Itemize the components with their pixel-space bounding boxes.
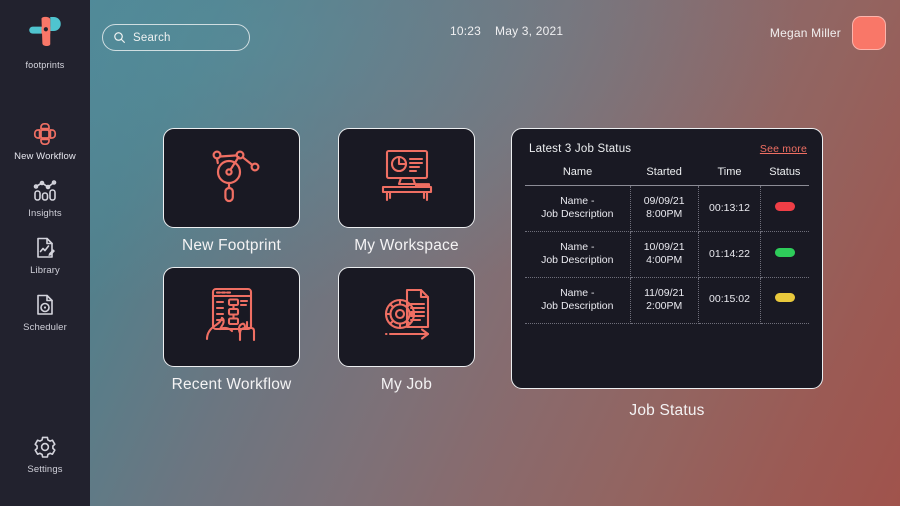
shortcut-tiles: New Footprint My Workspace Recent Workfl… xyxy=(163,128,475,394)
tile-my-workspace[interactable]: My Workspace xyxy=(338,128,475,255)
table-row[interactable]: Name - Job Description 09/09/21 8:00PM 0… xyxy=(525,185,809,232)
cell-name: Name - Job Description xyxy=(525,277,631,324)
started-time: 8:00PM xyxy=(646,208,683,221)
cell-status xyxy=(760,231,809,278)
dashboard-content: New Footprint My Workspace Recent Workfl… xyxy=(90,76,900,506)
job-description: Job Description xyxy=(541,300,614,313)
job-status-caption: Job Status xyxy=(629,402,705,419)
see-more-link[interactable]: See more xyxy=(760,143,807,155)
user-profile[interactable]: Megan Miller xyxy=(770,16,886,50)
clock-time: 10:23 xyxy=(450,24,482,38)
sidebar-item-label: New Workflow xyxy=(14,151,76,162)
gear-document-arrow-icon xyxy=(374,284,440,351)
tile-card[interactable] xyxy=(163,267,300,367)
sidebar-item-new-workflow[interactable]: New Workflow xyxy=(0,112,90,169)
sidebar-item-label: Settings xyxy=(27,464,63,475)
table-row[interactable]: Name - Job Description 11/09/21 2:00PM 0… xyxy=(525,277,809,324)
job-status-section: Latest 3 Job Status See more Name Starte… xyxy=(511,128,823,420)
started-date: 09/09/21 xyxy=(643,195,685,207)
tile-label: My Job xyxy=(380,376,433,393)
table-row[interactable]: Name - Job Description 10/09/21 4:00PM 0… xyxy=(525,231,809,278)
job-status-table: Name Started Time Status Name - Job Desc… xyxy=(525,166,809,324)
job-name: Name - xyxy=(560,195,595,207)
tile-my-job[interactable]: My Job xyxy=(338,267,475,394)
document-pencil-icon xyxy=(32,235,58,261)
started-date: 11/09/21 xyxy=(644,286,685,299)
tile-card[interactable] xyxy=(338,267,475,367)
sidebar-item-scheduler[interactable]: Scheduler xyxy=(0,283,90,340)
tile-label: New Footprint xyxy=(181,237,282,254)
network-graph-magnifier-icon xyxy=(199,145,265,212)
tile-recent-workflow[interactable]: Recent Workflow xyxy=(163,267,300,394)
cell-status xyxy=(760,185,809,232)
top-bar: Search 10:23 May 3, 2021 Megan Miller xyxy=(90,0,900,76)
cell-started: 10/09/21 4:00PM xyxy=(630,231,699,278)
cell-duration: 01:14:22 xyxy=(698,231,762,278)
tile-new-footprint[interactable]: New Footprint xyxy=(163,128,300,255)
job-panel-header: Latest 3 Job Status See more xyxy=(525,143,809,155)
started-time: 4:00PM xyxy=(646,254,683,267)
document-clock-icon xyxy=(32,292,58,318)
status-badge xyxy=(775,247,796,257)
sidebar-item-label: Library xyxy=(30,265,60,276)
cell-status xyxy=(760,277,809,324)
sidebar-item-insights[interactable]: Insights xyxy=(0,169,90,226)
gear-icon xyxy=(32,434,58,460)
cell-name: Name - Job Description xyxy=(525,231,631,278)
cell-started: 11/09/21 2:00PM xyxy=(630,277,699,324)
brand-name: footprints xyxy=(25,60,65,70)
status-badge xyxy=(775,201,796,211)
tablet-flowchart-hand-icon xyxy=(199,284,265,351)
column-header-started: Started xyxy=(630,166,699,186)
bar-chart-insights-icon xyxy=(32,178,58,204)
sidebar-nav: New Workflow Insights Library Scheduler xyxy=(0,112,90,340)
tile-card[interactable] xyxy=(163,128,300,228)
avatar[interactable] xyxy=(852,16,886,50)
search-input[interactable]: Search xyxy=(102,24,250,51)
desktop-monitor-chart-icon xyxy=(374,145,440,212)
job-description: Job Description xyxy=(541,208,614,221)
tile-card[interactable] xyxy=(338,128,475,228)
job-panel-title: Latest 3 Job Status xyxy=(529,143,632,155)
table-header-row: Name Started Time Status xyxy=(525,166,809,186)
job-name: Name - xyxy=(560,240,595,253)
job-status-panel: Latest 3 Job Status See more Name Starte… xyxy=(511,128,823,389)
cell-name: Name - Job Description xyxy=(525,185,631,232)
footprints-logo-icon xyxy=(24,10,66,57)
app-root: footprints New Workflow Insights Library… xyxy=(0,0,900,506)
started-date: 10/09/21 xyxy=(643,240,685,253)
current-date: May 3, 2021 xyxy=(495,24,564,38)
search-icon xyxy=(113,31,126,44)
cell-started: 09/09/21 8:00PM xyxy=(630,185,699,232)
cell-duration: 00:13:12 xyxy=(698,185,762,232)
sidebar-item-library[interactable]: Library xyxy=(0,226,90,283)
tile-label: Recent Workflow xyxy=(171,376,292,393)
main-area: Search 10:23 May 3, 2021 Megan Miller Ne… xyxy=(90,0,900,506)
tile-label: My Workspace xyxy=(354,237,459,254)
sidebar-item-settings[interactable]: Settings xyxy=(0,425,90,482)
cell-duration: 00:15:02 xyxy=(698,277,762,324)
job-description: Job Description xyxy=(541,254,614,267)
sidebar-item-label: Insights xyxy=(28,208,62,219)
started-time: 2:00PM xyxy=(646,300,683,313)
user-name: Megan Miller xyxy=(769,26,841,40)
column-header-name: Name xyxy=(525,166,631,186)
brand-logo[interactable]: footprints xyxy=(24,10,66,70)
column-header-time: Time xyxy=(698,166,761,186)
column-header-status: Status xyxy=(760,166,809,186)
workflow-nodes-icon xyxy=(32,121,58,147)
status-badge xyxy=(775,293,796,303)
sidebar-item-label: Scheduler xyxy=(23,322,67,333)
search-placeholder: Search xyxy=(133,31,171,44)
job-name: Name - xyxy=(560,286,595,299)
sidebar: footprints New Workflow Insights Library… xyxy=(0,0,90,506)
